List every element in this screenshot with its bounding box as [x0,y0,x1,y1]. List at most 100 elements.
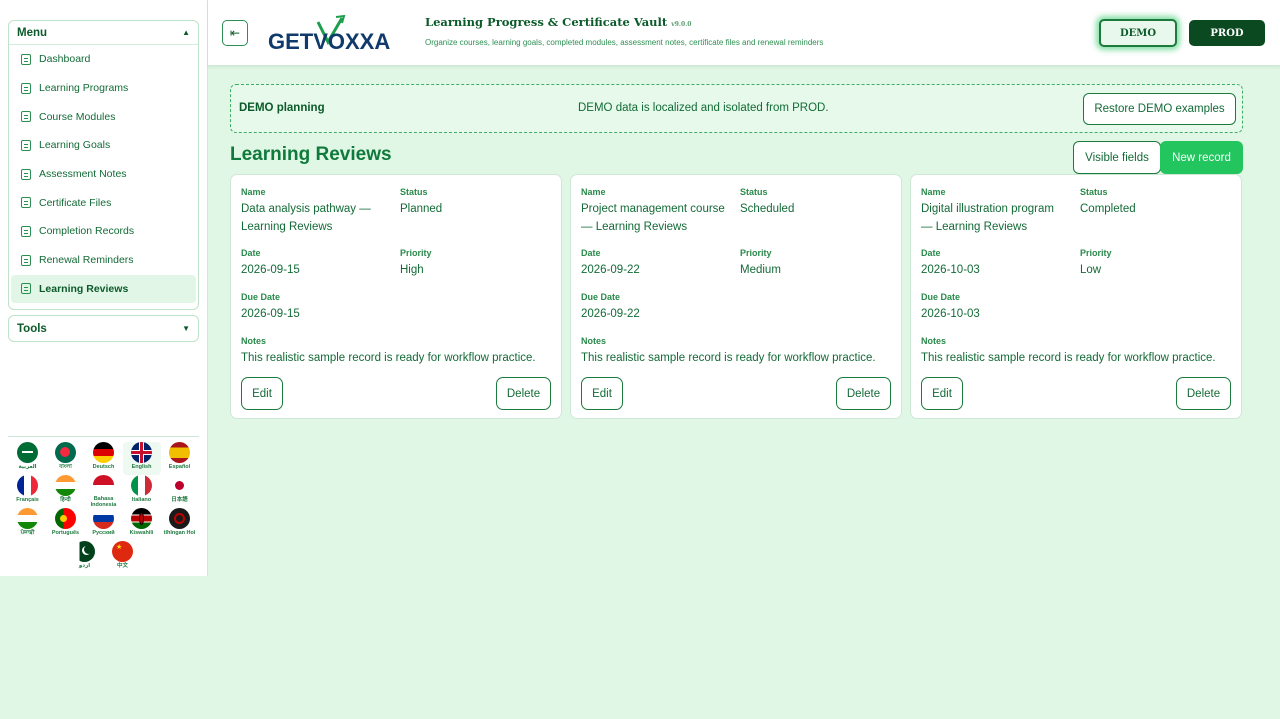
language-italian[interactable]: Italiano [123,475,161,508]
record-card: Name Digital illustration program — Learn… [910,174,1242,419]
indonesia-flag-icon [93,475,114,495]
language-label: اردو [78,563,91,569]
edit-button[interactable]: Edit [581,377,623,410]
sidebar-item-course-modules[interactable]: Course Modules [11,102,196,131]
language-portuguese[interactable]: Português [47,508,85,541]
app-title: Learning Progress & Certificate Vault v9.… [425,15,691,29]
sidebar-item-learning-goals[interactable]: Learning Goals [11,131,196,160]
status-label: Status [1080,187,1108,197]
language-label: বাংলা [59,464,72,470]
new-record-button[interactable]: New record [1160,141,1243,174]
demo-banner: DEMO planning DEMO data is localized and… [230,84,1243,133]
language-label: Deutsch [92,464,115,470]
document-icon [21,139,31,151]
language-selector: العربية বাংলা Deutsch English Español Fr… [8,436,199,574]
language-label: Português [51,530,80,536]
language-label: Italiano [131,497,152,503]
due-date-label: Due Date [921,292,961,302]
kenya-flag-icon [131,508,152,529]
name-label: Name [921,187,946,197]
india-flag-icon [55,475,76,496]
saudi-arabia-flag-icon [17,442,38,463]
caret-down-icon: ▼ [182,324,190,333]
date-label: Date [921,248,941,258]
priority-value: Medium [740,264,781,276]
language-indonesian[interactable]: Bahasa Indonesia [85,475,123,508]
collapse-sidebar-button[interactable]: ⇤ [222,20,248,46]
tools-title: Tools [17,322,47,335]
sidebar-item-certificate-files[interactable]: Certificate Files [11,188,196,217]
delete-button[interactable]: Delete [496,377,551,410]
language-klingon[interactable]: tlhIngan Hol [161,508,199,541]
priority-label: Priority [400,248,432,258]
caret-up-icon: ▲ [182,28,190,37]
language-label: Bahasa Indonesia [90,496,117,508]
japan-flag-icon [169,475,190,496]
due-date-value: 2026-10-03 [921,308,980,320]
china-flag-icon: ★ [112,541,133,562]
logo-mark-icon: GETVOXXA [268,14,390,54]
language-label: ਪੰਜਾਬੀ [20,530,35,536]
sidebar-item-renewal-reminders[interactable]: Renewal Reminders [11,246,196,275]
collapse-sidebar-icon: ⇤ [229,26,241,40]
banner-title: DEMO planning [239,102,325,114]
sidebar-item-learning-programs[interactable]: Learning Programs [11,74,196,103]
sidebar-item-label: Learning Goals [39,139,111,152]
language-label: Español [168,464,191,470]
language-chinese[interactable]: ★ 中文 [104,541,142,574]
language-english[interactable]: English [122,442,161,475]
language-hindi[interactable]: हिन्दी [47,475,85,508]
name-line: Data analysis pathway — [241,203,371,215]
document-icon [21,53,31,65]
notes-value: This realistic sample record is ready fo… [921,352,1216,364]
record-card: Name Project management course — Learning… [570,174,902,419]
page-title: Learning Reviews [230,144,392,165]
edit-button[interactable]: Edit [241,377,283,410]
notes-value: This realistic sample record is ready fo… [581,352,876,364]
sidebar-item-assessment-notes[interactable]: Assessment Notes [11,160,196,189]
language-german[interactable]: Deutsch [85,442,123,475]
demo-mode-button[interactable]: DEMO [1099,19,1177,47]
visible-fields-button[interactable]: Visible fields [1073,141,1161,174]
spain-flag-icon [169,442,190,463]
name-value: Project management course — Learning Revi… [581,201,725,236]
language-arabic[interactable]: العربية [9,442,47,475]
status-label: Status [740,187,768,197]
delete-button[interactable]: Delete [1176,377,1231,410]
name-value: Data analysis pathway — Learning Reviews [241,201,371,236]
language-japanese[interactable]: 日本語 [161,475,199,508]
sidebar-item-completion-records[interactable]: Completion Records [11,217,196,246]
sidebar-item-label: Learning Programs [39,82,129,95]
document-icon [21,82,31,94]
name-line: Project management course [581,203,725,215]
due-date-label: Due Date [241,292,281,302]
language-bengali[interactable]: বাংলা [47,442,85,475]
delete-button[interactable]: Delete [836,377,891,410]
language-punjabi[interactable]: ਪੰਜਾਬੀ [9,508,47,541]
document-icon [21,254,31,266]
banner-text: DEMO data is localized and isolated from… [578,102,829,114]
sidebar: Menu ▲ Dashboard Learning Programs Cours… [0,0,208,576]
language-swahili[interactable]: Kiswahili [123,508,161,541]
document-icon [21,225,31,237]
language-label: Français [16,497,39,503]
language-urdu[interactable]: اردو [66,541,104,574]
language-label: tlhIngan Hol [163,530,196,536]
edit-button[interactable]: Edit [921,377,963,410]
restore-demo-button[interactable]: Restore DEMO examples [1083,93,1236,125]
priority-value: High [400,264,424,276]
menu-header[interactable]: Menu ▲ [9,21,198,45]
document-icon [21,197,31,209]
app-subtitle: Organize courses, learning goals, comple… [425,38,824,47]
tools-header[interactable]: Tools ▼ [8,315,199,342]
language-spanish[interactable]: Español [161,442,199,475]
priority-label: Priority [740,248,772,258]
prod-mode-button[interactable]: PROD [1189,20,1265,46]
sidebar-item-label: Dashboard [39,53,91,66]
language-french[interactable]: Français [9,475,47,508]
language-russian[interactable]: Русский [85,508,123,541]
due-date-label: Due Date [581,292,621,302]
sidebar-item-dashboard[interactable]: Dashboard [11,45,196,74]
sidebar-item-learning-reviews[interactable]: Learning Reviews [11,274,196,304]
russia-flag-icon [93,508,114,529]
